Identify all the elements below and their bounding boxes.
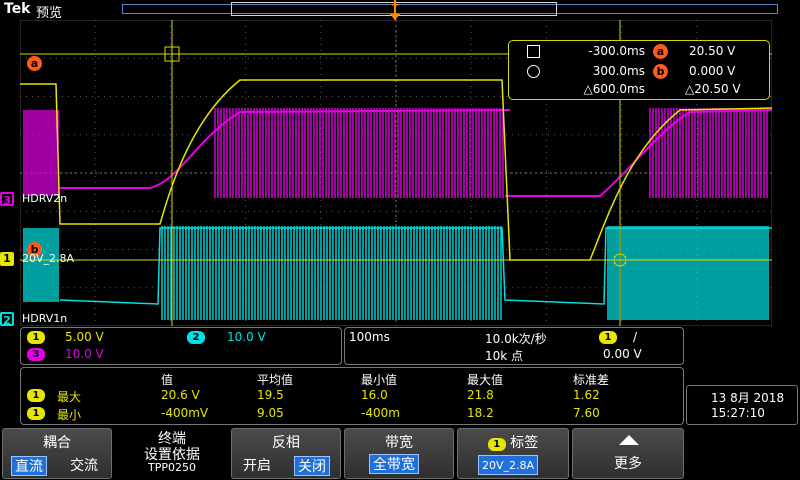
row-name: 最大 [57, 390, 82, 404]
cell-value: 20.6 V [161, 388, 200, 402]
cursor-delta-v: △20.50 V [685, 82, 741, 96]
cell-min: -400m [361, 406, 400, 420]
ch3-position-marker[interactable]: 3 [0, 192, 14, 207]
bandwidth-menu-button[interactable]: 带宽 全带宽 [344, 428, 454, 479]
ch2-label: HDRV1n [22, 312, 68, 325]
trigger-source-badge: 1 [599, 331, 617, 344]
bandwidth-title: 带宽 [385, 435, 413, 451]
more-title: 更多 [614, 456, 642, 472]
cell-max: 21.8 [467, 388, 494, 402]
invert-menu-button[interactable]: 反相 开启 关闭 [231, 428, 341, 479]
timebase-panel[interactable]: 100ms 10.0k次/秒 10k 点 1 / 0.00 V [344, 327, 684, 365]
meas-header-value: 值 [161, 373, 174, 387]
cell-value: -400mV [161, 406, 209, 420]
invert-title: 反相 [272, 435, 300, 451]
cursor-1-square-icon [527, 45, 540, 58]
label-menu-button[interactable]: 1 标签 20V_2.8A [457, 428, 569, 479]
ch1-scale: 5.00 V [65, 330, 104, 344]
trigger-slope-icon: / [633, 330, 638, 344]
ch1-label: 20V_2.8A [22, 252, 75, 265]
probe-model: TPP0250 [148, 461, 196, 474]
meas-header-max: 最大值 [467, 373, 504, 387]
coupling-title: 耦合 [43, 435, 71, 451]
ch1-badge: 1 [27, 331, 45, 344]
ch2-badge: 2 [187, 331, 205, 344]
cursor-a-icon: a [653, 44, 668, 59]
row-ch-badge: 1 [27, 407, 45, 420]
cell-mean: 19.5 [257, 388, 284, 402]
label-value: 20V_2.8A [478, 455, 539, 475]
ch3-badge: 3 [27, 348, 45, 361]
time: 15:27:10 [711, 406, 765, 420]
cursor-a-badge: a [27, 56, 42, 71]
meas-header-mean: 平均值 [257, 373, 294, 387]
brand-logo: Tek [4, 1, 31, 17]
cursor-a-value: 20.50 V [689, 44, 736, 58]
row-name: 最小 [57, 408, 82, 422]
chevron-up-icon [619, 435, 639, 445]
cursor-b-value: 0.000 V [689, 64, 736, 78]
record-length: 10k 点 [485, 349, 524, 363]
termination-menu-button[interactable]: 终端 设置依据 TPP0250 [116, 428, 228, 479]
ch2-scale: 10.0 V [227, 330, 266, 344]
more-menu-button[interactable]: 更多 [572, 428, 684, 479]
acquisition-mode: 预览 [36, 6, 63, 21]
invert-on-option[interactable]: 开启 [240, 456, 274, 476]
cell-min: 16.0 [361, 388, 388, 402]
svg-text:T: T [392, 3, 399, 14]
cursor-t1: -300.0ms [588, 44, 645, 58]
cell-stddev: 7.60 [573, 406, 600, 420]
ch3-scale: 10.0 V [65, 347, 104, 361]
horizontal-scale: 100ms [349, 330, 390, 344]
coupling-menu-button[interactable]: 耦合 直流 交流 [2, 428, 112, 479]
coupling-dc-option[interactable]: 直流 [11, 456, 47, 476]
trigger-position-icon[interactable]: T [388, 0, 402, 20]
cursor-delta-t: △600.0ms [583, 82, 645, 96]
cursor-2-circle-icon [527, 65, 540, 78]
ch2-position-marker[interactable]: 2 [0, 312, 14, 327]
cell-stddev: 1.62 [573, 388, 600, 402]
date: 13 8月 2018 [711, 391, 785, 405]
bandwidth-value: 全带宽 [369, 454, 419, 474]
cursor-b-icon: b [653, 64, 668, 79]
channel-info-panel[interactable]: 1 5.00 V 2 10.0 V 3 10.0 V [20, 327, 342, 365]
datetime-display: 13 8月 2018 15:27:10 [686, 385, 798, 425]
measurement-table: 值 平均值 最小值 最大值 标准差 1 最大 20.6 V 19.5 16.0 … [20, 367, 684, 425]
sample-rate: 10.0k次/秒 [485, 332, 547, 346]
meas-header-stddev: 标准差 [573, 373, 610, 387]
label-ch-badge: 1 [487, 438, 506, 451]
cell-max: 18.2 [467, 406, 494, 420]
coupling-ac-option[interactable]: 交流 [67, 456, 101, 476]
row-ch-badge: 1 [27, 389, 45, 402]
label-title: 标签 [510, 435, 539, 451]
trigger-level: 0.00 V [603, 347, 642, 361]
invert-off-option[interactable]: 关闭 [294, 456, 330, 476]
cursor-readout: -300.0ms a 20.50 V 300.0ms b 0.000 V △60… [508, 40, 770, 100]
cell-mean: 9.05 [257, 406, 284, 420]
meas-header-min: 最小值 [361, 373, 398, 387]
cursor-t2: 300.0ms [592, 64, 645, 78]
ch1-position-marker[interactable]: 1 [0, 252, 14, 266]
ch3-label: HDRV2n [22, 192, 68, 205]
